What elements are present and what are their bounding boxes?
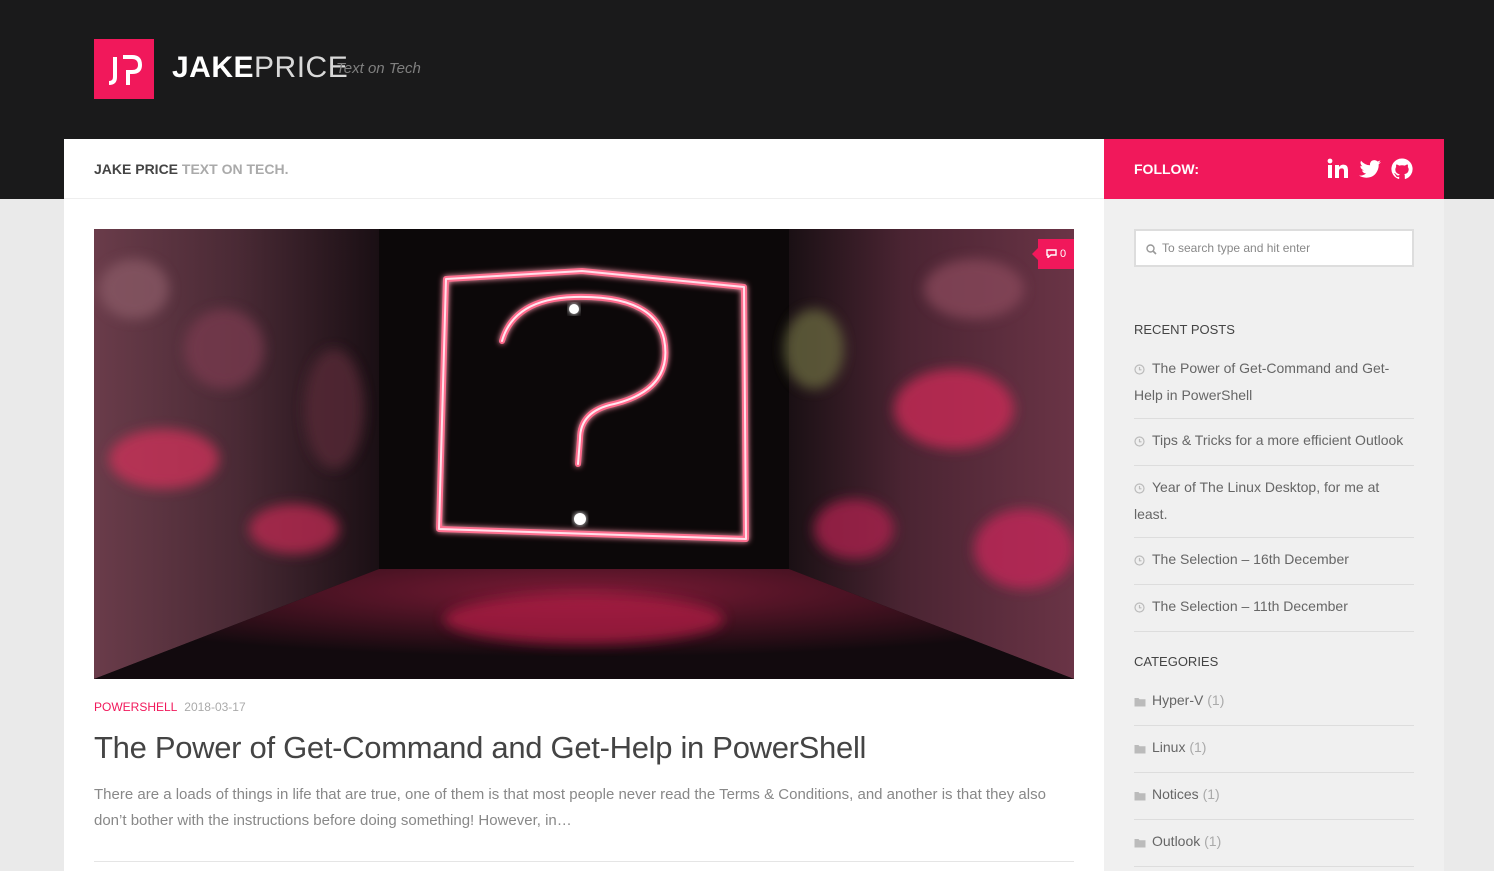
page-title-sub: TEXT ON TECH. bbox=[181, 161, 289, 177]
question-mark-neon-image bbox=[94, 229, 1074, 679]
categories-list: Hyper-V (1) Linux (1) Notices (1) Outloo… bbox=[1134, 679, 1414, 867]
category-count: (1) bbox=[1207, 692, 1225, 708]
post-meta: POWERSHELL 2018-03-17 bbox=[94, 700, 246, 714]
main-content: JAKE PRICE TEXT ON TECH. 0 POWERSHELL 20… bbox=[64, 139, 1104, 871]
follow-bar: FOLLOW: bbox=[1104, 139, 1444, 199]
site-name[interactable]: JAKEPRICE bbox=[172, 48, 348, 88]
folder-icon bbox=[1134, 831, 1152, 856]
post-date: 2018-03-17 bbox=[184, 700, 246, 714]
comment-count: 0 bbox=[1059, 248, 1067, 260]
category-link[interactable]: Outlook bbox=[1152, 833, 1200, 849]
recent-post-item[interactable]: Tips & Tricks for a more efficient Outlo… bbox=[1134, 419, 1414, 466]
category-item[interactable]: Outlook (1) bbox=[1134, 820, 1414, 867]
page-title: JAKE PRICE TEXT ON TECH. bbox=[94, 160, 288, 178]
clock-icon bbox=[1134, 596, 1152, 621]
category-item[interactable]: Hyper-V (1) bbox=[1134, 679, 1414, 726]
github-icon[interactable] bbox=[1390, 157, 1414, 181]
sidebar: FOLLOW: RECENT POSTS The Power of Get-Co… bbox=[1104, 139, 1444, 871]
recent-posts-title: RECENT POSTS bbox=[1134, 322, 1235, 337]
logo-mark-icon bbox=[108, 55, 143, 85]
clock-icon bbox=[1134, 477, 1152, 502]
category-item[interactable]: Linux (1) bbox=[1134, 726, 1414, 773]
categories-title: CATEGORIES bbox=[1134, 654, 1219, 669]
twitter-icon[interactable] bbox=[1358, 157, 1382, 181]
search-icon bbox=[1146, 242, 1157, 260]
follow-label: FOLLOW: bbox=[1134, 161, 1200, 177]
clock-icon bbox=[1134, 549, 1152, 574]
page-title-main: JAKE PRICE bbox=[94, 161, 179, 177]
recent-post-link[interactable]: Year of The Linux Desktop, for me at lea… bbox=[1134, 479, 1379, 522]
category-count: (1) bbox=[1202, 786, 1220, 802]
comment-icon bbox=[1046, 248, 1060, 260]
comment-count-badge[interactable]: 0 bbox=[1032, 239, 1074, 269]
site-name-light: PRICE bbox=[254, 51, 349, 84]
linkedin-icon[interactable] bbox=[1326, 157, 1350, 181]
recent-post-item[interactable]: The Selection – 11th December bbox=[1134, 585, 1414, 632]
site-name-bold: JAKE bbox=[172, 51, 255, 84]
site-logo[interactable] bbox=[94, 39, 154, 99]
recent-post-item[interactable]: Year of The Linux Desktop, for me at lea… bbox=[1134, 466, 1414, 538]
recent-posts-list: The Power of Get-Command and Get-Help in… bbox=[1134, 347, 1414, 632]
category-link[interactable]: Notices bbox=[1152, 786, 1199, 802]
site-tagline: Text on Tech bbox=[336, 60, 421, 77]
folder-icon bbox=[1134, 784, 1152, 809]
category-count: (1) bbox=[1189, 739, 1207, 755]
post-category-link[interactable]: POWERSHELL bbox=[94, 700, 177, 714]
clock-icon bbox=[1134, 358, 1152, 383]
category-item[interactable]: Notices (1) bbox=[1134, 773, 1414, 820]
folder-icon bbox=[1134, 690, 1152, 715]
post-excerpt: There are a loads of things in life that… bbox=[94, 786, 1046, 829]
page-title-bar: JAKE PRICE TEXT ON TECH. bbox=[64, 139, 1104, 199]
category-link[interactable]: Linux bbox=[1152, 739, 1185, 755]
post-divider bbox=[94, 861, 1074, 862]
recent-post-item[interactable]: The Selection – 16th December bbox=[1134, 538, 1414, 585]
category-count: (1) bbox=[1204, 833, 1222, 849]
post-title[interactable]: The Power of Get-Command and Get-Help in… bbox=[94, 729, 866, 767]
category-link[interactable]: Hyper-V bbox=[1152, 692, 1203, 708]
recent-post-item[interactable]: The Power of Get-Command and Get-Help in… bbox=[1134, 347, 1414, 419]
recent-post-link[interactable]: Tips & Tricks for a more efficient Outlo… bbox=[1152, 432, 1403, 448]
clock-icon bbox=[1134, 430, 1152, 455]
post-featured-image[interactable]: 0 bbox=[94, 229, 1074, 679]
folder-icon bbox=[1134, 737, 1152, 762]
search-input[interactable] bbox=[1162, 231, 1410, 265]
recent-post-link[interactable]: The Selection – 11th December bbox=[1152, 598, 1348, 614]
search-field[interactable] bbox=[1134, 229, 1414, 267]
recent-post-link[interactable]: The Power of Get-Command and Get-Help in… bbox=[1134, 360, 1389, 403]
recent-post-link[interactable]: The Selection – 16th December bbox=[1152, 551, 1349, 567]
